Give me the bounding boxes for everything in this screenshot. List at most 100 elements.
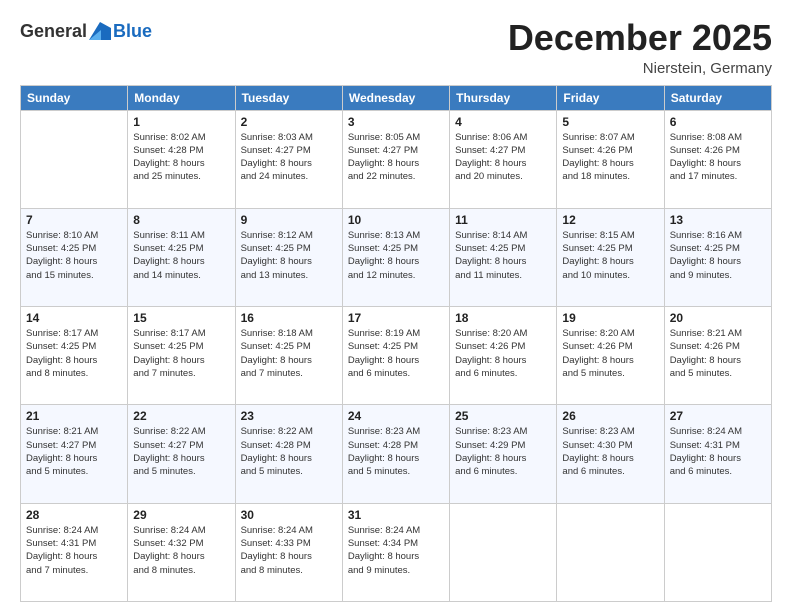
table-row: 9Sunrise: 8:12 AM Sunset: 4:25 PM Daylig…	[235, 208, 342, 306]
day-number: 8	[133, 213, 229, 227]
subtitle: Nierstein, Germany	[508, 60, 772, 77]
table-row: 23 Sunrise: 8:22 AM Sunset: 4:28 PM Dayli…	[235, 405, 342, 503]
day-info: Sunrise: 8:17 AM Sunset: 4:25 PM Dayligh…	[26, 327, 122, 380]
day-number: 10	[348, 213, 444, 227]
day-info: Sunrise: 8:24 AM Sunset: 4:33 PM Dayligh…	[241, 524, 337, 577]
day-info: Sunrise: 8:20 AM Sunset: 4:26 PM Dayligh…	[455, 327, 551, 380]
col-monday: Monday	[128, 85, 235, 110]
day-info: Sunrise: 8:23 AM Sunset: 4:29 PM Dayligh…	[455, 425, 551, 478]
table-row: 11 Sunrise: 8:14 AM Sunset: 4:25 PM Dayli…	[450, 208, 557, 306]
calendar-week-4: 21Sunrise: 8:21 AM Sunset: 4:27 PM Dayli…	[21, 405, 772, 503]
day-info: Sunrise: 8:23 AM Sunset: 4:28 PM Dayligh…	[348, 425, 444, 478]
day-info: Sunrise: 8:08 AM Sunset: 4:26 PM Dayligh…	[670, 131, 766, 184]
table-row: 26 Sunrise: 8:23 AM Sunset: 4:30 PM Dayli…	[557, 405, 664, 503]
calendar-header-row: Sunday Monday Tuesday Wednesday Thursday…	[21, 85, 772, 110]
day-number: 1	[133, 115, 229, 129]
day-info: Sunrise: 8:24 AM Sunset: 4:31 PM Dayligh…	[26, 524, 122, 577]
day-number: 9	[241, 213, 337, 227]
table-row: 10 Sunrise: 8:13 AM Sunset: 4:25 PM Dayli…	[342, 208, 449, 306]
calendar-table: Sunday Monday Tuesday Wednesday Thursday…	[20, 85, 772, 602]
day-info: Sunrise: 8:05 AM Sunset: 4:27 PM Dayligh…	[348, 131, 444, 184]
day-number: 2	[241, 115, 337, 129]
day-info: Sunrise: 8:21 AM Sunset: 4:27 PM Dayligh…	[26, 425, 122, 478]
table-row: 7 Sunrise: 8:10 AM Sunset: 4:25 PM Daylig…	[21, 208, 128, 306]
day-number: 19	[562, 311, 658, 325]
calendar-week-1: 1 Sunrise: 8:02 AM Sunset: 4:28 PM Daylig…	[21, 110, 772, 208]
header: General Blue December 2025 Nierstein, Ge…	[20, 18, 772, 77]
table-row: 25 Sunrise: 8:23 AM Sunset: 4:29 PM Dayli…	[450, 405, 557, 503]
day-info: Sunrise: 8:15 AM Sunset: 4:25 PM Dayligh…	[562, 229, 658, 282]
day-info: Sunrise: 8:23 AM Sunset: 4:30 PM Dayligh…	[562, 425, 658, 478]
logo: General Blue	[20, 22, 152, 40]
col-friday: Friday	[557, 85, 664, 110]
table-row: 12 Sunrise: 8:15 AM Sunset: 4:25 PM Dayli…	[557, 208, 664, 306]
day-number: 11	[455, 213, 551, 227]
day-number: 24	[348, 409, 444, 423]
col-sunday: Sunday	[21, 85, 128, 110]
day-info: Sunrise: 8:16 AM Sunset: 4:25 PM Dayligh…	[670, 229, 766, 282]
table-row: 17 Sunrise: 8:19 AM Sunset: 4:25 PM Dayli…	[342, 307, 449, 405]
table-row: 18 Sunrise: 8:20 AM Sunset: 4:26 PM Dayli…	[450, 307, 557, 405]
table-row	[450, 503, 557, 601]
day-info: Sunrise: 8:22 AM Sunset: 4:27 PM Dayligh…	[133, 425, 229, 478]
day-number: 16	[241, 311, 337, 325]
table-row: 1 Sunrise: 8:02 AM Sunset: 4:28 PM Daylig…	[128, 110, 235, 208]
title-block: December 2025 Nierstein, Germany	[508, 18, 772, 77]
day-info: Sunrise: 8:14 AM Sunset: 4:25 PM Dayligh…	[455, 229, 551, 282]
day-number: 25	[455, 409, 551, 423]
day-info: Sunrise: 8:22 AM Sunset: 4:28 PM Dayligh…	[241, 425, 337, 478]
table-row: 15Sunrise: 8:17 AM Sunset: 4:25 PM Dayli…	[128, 307, 235, 405]
table-row: 28Sunrise: 8:24 AM Sunset: 4:31 PM Dayli…	[21, 503, 128, 601]
table-row: 3 Sunrise: 8:05 AM Sunset: 4:27 PM Daylig…	[342, 110, 449, 208]
month-title: December 2025	[508, 18, 772, 58]
day-number: 7	[26, 213, 122, 227]
day-info: Sunrise: 8:10 AM Sunset: 4:25 PM Dayligh…	[26, 229, 122, 282]
logo-icon	[89, 22, 111, 40]
table-row: 21Sunrise: 8:21 AM Sunset: 4:27 PM Dayli…	[21, 405, 128, 503]
day-number: 12	[562, 213, 658, 227]
day-number: 17	[348, 311, 444, 325]
day-info: Sunrise: 8:24 AM Sunset: 4:31 PM Dayligh…	[670, 425, 766, 478]
table-row: 5Sunrise: 8:07 AM Sunset: 4:26 PM Daylig…	[557, 110, 664, 208]
day-number: 3	[348, 115, 444, 129]
day-number: 26	[562, 409, 658, 423]
day-number: 23	[241, 409, 337, 423]
day-info: Sunrise: 8:24 AM Sunset: 4:32 PM Dayligh…	[133, 524, 229, 577]
day-info: Sunrise: 8:02 AM Sunset: 4:28 PM Dayligh…	[133, 131, 229, 184]
table-row: 6 Sunrise: 8:08 AM Sunset: 4:26 PM Daylig…	[664, 110, 771, 208]
table-row	[21, 110, 128, 208]
table-row: 31 Sunrise: 8:24 AM Sunset: 4:34 PM Dayli…	[342, 503, 449, 601]
calendar-week-3: 14 Sunrise: 8:17 AM Sunset: 4:25 PM Dayli…	[21, 307, 772, 405]
table-row: 4 Sunrise: 8:06 AM Sunset: 4:27 PM Daylig…	[450, 110, 557, 208]
table-row: 24 Sunrise: 8:23 AM Sunset: 4:28 PM Dayli…	[342, 405, 449, 503]
day-number: 29	[133, 508, 229, 522]
day-info: Sunrise: 8:19 AM Sunset: 4:25 PM Dayligh…	[348, 327, 444, 380]
day-number: 31	[348, 508, 444, 522]
table-row: 8Sunrise: 8:11 AM Sunset: 4:25 PM Daylig…	[128, 208, 235, 306]
col-wednesday: Wednesday	[342, 85, 449, 110]
table-row: 19 Sunrise: 8:20 AM Sunset: 4:26 PM Dayli…	[557, 307, 664, 405]
day-info: Sunrise: 8:20 AM Sunset: 4:26 PM Dayligh…	[562, 327, 658, 380]
day-number: 6	[670, 115, 766, 129]
day-number: 5	[562, 115, 658, 129]
col-tuesday: Tuesday	[235, 85, 342, 110]
day-number: 18	[455, 311, 551, 325]
table-row: 22Sunrise: 8:22 AM Sunset: 4:27 PM Dayli…	[128, 405, 235, 503]
col-thursday: Thursday	[450, 85, 557, 110]
day-number: 4	[455, 115, 551, 129]
day-number: 30	[241, 508, 337, 522]
day-info: Sunrise: 8:18 AM Sunset: 4:25 PM Dayligh…	[241, 327, 337, 380]
table-row	[664, 503, 771, 601]
table-row: 30 Sunrise: 8:24 AM Sunset: 4:33 PM Dayli…	[235, 503, 342, 601]
day-number: 14	[26, 311, 122, 325]
day-info: Sunrise: 8:06 AM Sunset: 4:27 PM Dayligh…	[455, 131, 551, 184]
day-info: Sunrise: 8:13 AM Sunset: 4:25 PM Dayligh…	[348, 229, 444, 282]
calendar-week-2: 7 Sunrise: 8:10 AM Sunset: 4:25 PM Daylig…	[21, 208, 772, 306]
day-info: Sunrise: 8:21 AM Sunset: 4:26 PM Dayligh…	[670, 327, 766, 380]
page: General Blue December 2025 Nierstein, Ge…	[0, 0, 792, 612]
day-info: Sunrise: 8:24 AM Sunset: 4:34 PM Dayligh…	[348, 524, 444, 577]
day-number: 27	[670, 409, 766, 423]
col-saturday: Saturday	[664, 85, 771, 110]
table-row: 29 Sunrise: 8:24 AM Sunset: 4:32 PM Dayli…	[128, 503, 235, 601]
table-row: 2Sunrise: 8:03 AM Sunset: 4:27 PM Daylig…	[235, 110, 342, 208]
